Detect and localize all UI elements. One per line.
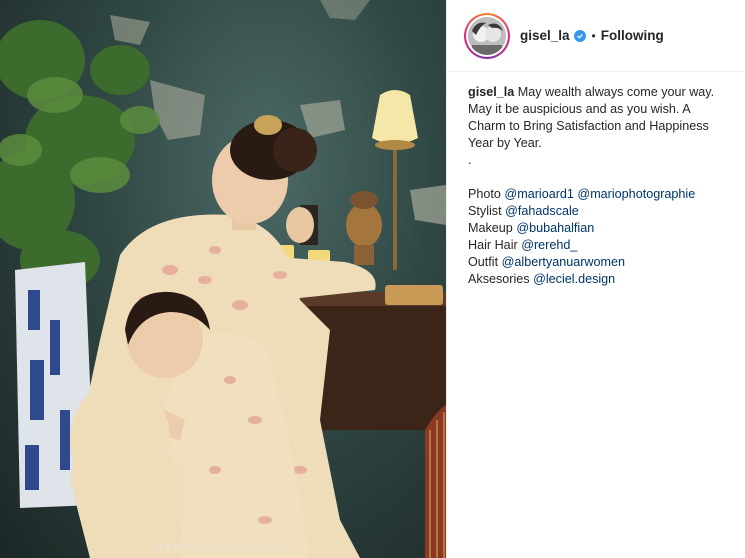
header-separator: • bbox=[591, 28, 596, 43]
following-button[interactable]: Following bbox=[601, 28, 664, 43]
mention-link[interactable]: @leciel.design bbox=[533, 272, 615, 286]
avatar-photo-icon bbox=[468, 16, 506, 55]
mention-link[interactable]: @albertyanuarwomen bbox=[502, 255, 625, 269]
photo-watermark: MARIOPHOTOGRAPHIE bbox=[154, 543, 292, 552]
mention-link[interactable]: @mariophotographie bbox=[577, 187, 695, 201]
credit-outfit: Outfit @albertyanuarwomen bbox=[468, 255, 626, 269]
credit-photo: Photo @marioard1 @mariophotographie bbox=[468, 187, 696, 201]
caption-line: gisel_la May wealth always come your way… bbox=[468, 85, 715, 99]
photo-illustration bbox=[0, 0, 446, 558]
credit-hair: Hair Hair @rerehd_ bbox=[468, 238, 578, 252]
credit-makeup: Makeup @bubahalfian bbox=[468, 221, 595, 235]
instagram-post: MARIOPHOTOGRAPHIE gisel_la • Following g… bbox=[0, 0, 745, 558]
credit-aksesories: Aksesories @leciel.design bbox=[468, 272, 616, 286]
mention-link[interactable]: @fahadscale bbox=[505, 204, 579, 218]
mention-link[interactable]: @marioard1 bbox=[504, 187, 573, 201]
header-username[interactable]: gisel_la bbox=[520, 28, 570, 43]
avatar[interactable] bbox=[464, 12, 510, 59]
caption-dot: . bbox=[468, 153, 472, 167]
mention-link[interactable]: @rerehd_ bbox=[521, 238, 577, 252]
post-caption: gisel_la May wealth always come your way… bbox=[468, 84, 730, 288]
post-photo[interactable]: MARIOPHOTOGRAPHIE bbox=[0, 0, 446, 558]
caption-line: Charm to Bring Satisfaction and Happines… bbox=[468, 119, 709, 133]
caption-line: Year by Year. bbox=[468, 136, 542, 150]
verified-badge-icon bbox=[573, 29, 586, 42]
caption-username[interactable]: gisel_la bbox=[468, 85, 514, 99]
post-header: gisel_la • Following bbox=[447, 0, 745, 72]
credit-stylist: Stylist @fahadscale bbox=[468, 204, 579, 218]
post-side-panel: gisel_la • Following gisel_la May wealth… bbox=[446, 0, 745, 558]
mention-link[interactable]: @bubahalfian bbox=[516, 221, 594, 235]
caption-line: May it be auspicious and as you wish. A bbox=[468, 102, 691, 116]
